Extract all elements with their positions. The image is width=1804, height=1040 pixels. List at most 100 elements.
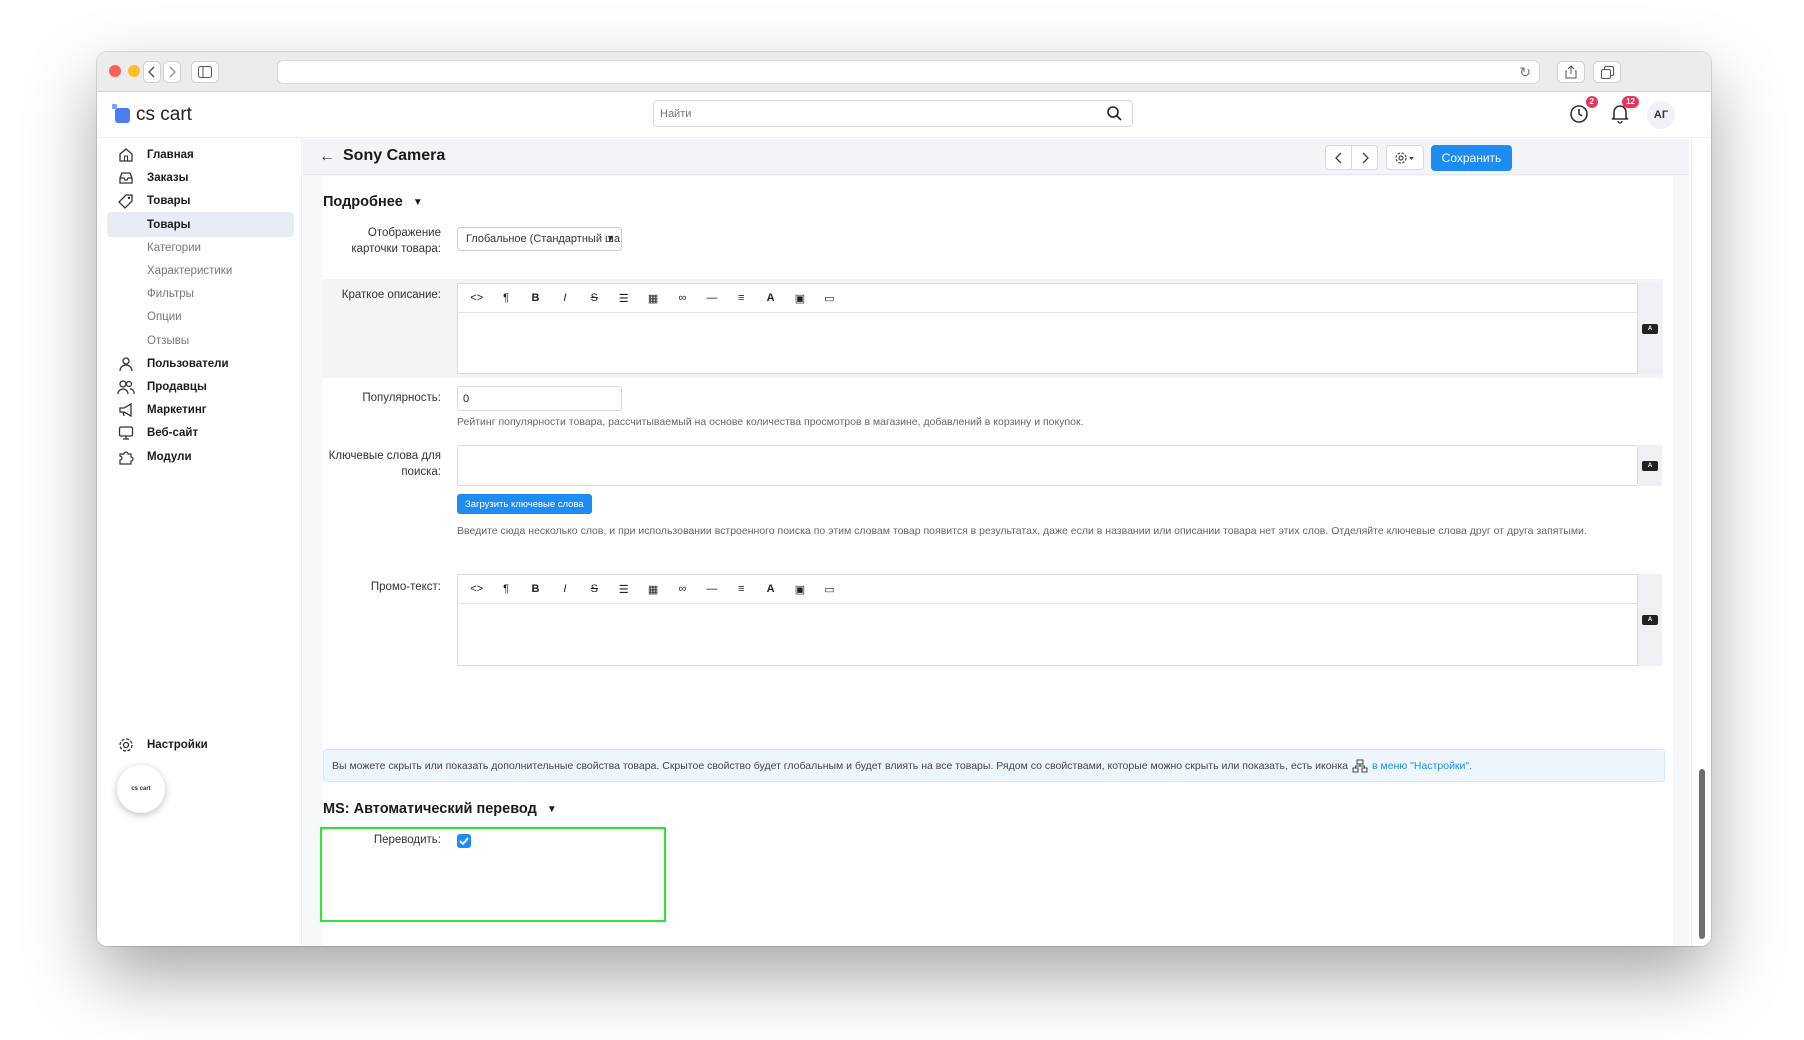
save-button[interactable]: Сохранить [1431,145,1512,171]
sidebar-item-home[interactable]: Главная [107,142,294,167]
video-icon[interactable]: ▭ [815,288,844,308]
italic-icon[interactable]: I [550,579,579,599]
page-toolbar: ← Sony Camera Сохранить [303,139,1689,175]
app-logo[interactable]: cs cart [112,103,192,126]
keywords-textarea[interactable] [457,445,1638,486]
home-icon [117,146,135,164]
reload-icon[interactable]: ↻ [1519,64,1531,81]
sidebar-item-website[interactable]: Веб-сайт [107,420,294,445]
caret-down-icon: ▼ [546,803,557,815]
translation-section-toggle[interactable]: MS: Автоматический перевод ▼ [323,801,557,817]
text-color-icon[interactable]: A [756,288,785,308]
sidebar-toggle-button[interactable] [191,61,219,83]
back-arrow-icon[interactable]: ← [319,148,335,166]
sidebar-subitem-reviews[interactable]: Отзывы [107,328,294,353]
scrollbar-thumb[interactable] [1699,769,1705,939]
card-display-select[interactable]: Глобальное (Стандартный ша ▼ [457,227,622,251]
sitemap-icon [1352,759,1368,772]
next-product-button[interactable] [1351,145,1378,170]
tabs-button[interactable] [1593,61,1621,83]
settings-menu-link[interactable]: в меню "Настройки". [1372,760,1472,772]
sidebar-subitem-options[interactable]: Опции [107,304,294,329]
table-icon[interactable]: ▦ [638,288,667,308]
image-icon[interactable]: ▣ [785,288,814,308]
activity-badge: 2 [1585,96,1598,108]
paragraph-icon[interactable]: ¶ [491,288,520,308]
sidebar-subitem-categories[interactable]: Категории [107,235,294,260]
sidebar-item-settings[interactable]: Настройки [107,732,294,757]
browser-window: ↻ cs cart 2 12 АГ Главная [97,52,1711,946]
sidebar-item-products[interactable]: Товары [107,188,294,213]
search-icon[interactable] [1107,106,1122,121]
section-title: Подробнее [323,194,403,210]
translate-icon: A [1642,615,1658,625]
align-icon[interactable]: ≡ [727,288,756,308]
section-title: MS: Автоматический перевод [323,801,537,817]
close-window-button[interactable] [109,65,121,77]
horizontal-rule-icon[interactable]: — [697,579,726,599]
main-content: ← Sony Camera Сохранить Подробнее ▼ Отоб… [303,139,1689,946]
align-icon[interactable]: ≡ [727,579,756,599]
chevron-right-icon [169,66,176,78]
sidebar: Главная Заказы Товары Товары Категории Х… [97,139,302,946]
prev-product-button[interactable] [1325,145,1352,170]
search-input[interactable] [654,101,1094,126]
sidebar-item-label: Товары [147,194,191,207]
minimize-window-button[interactable] [128,65,140,77]
link-icon[interactable]: ∞ [668,288,697,308]
video-icon[interactable]: ▭ [815,579,844,599]
browser-forward-button[interactable] [163,61,181,83]
notifications-button[interactable]: 12 [1609,96,1639,126]
sidebar-item-marketing[interactable]: Маркетинг [107,397,294,422]
sidebar-subitem-filters[interactable]: Фильтры [107,281,294,306]
sidebar-item-addons[interactable]: Модули [107,444,294,469]
code-view-icon[interactable]: <> [462,288,491,308]
users-icon [117,378,135,396]
strikethrough-icon[interactable]: S [580,288,609,308]
translate-field-button[interactable]: A [1638,283,1662,374]
paragraph-icon[interactable]: ¶ [491,579,520,599]
inbox-icon [117,169,135,187]
sidebar-item-orders[interactable]: Заказы [107,165,294,190]
sidebar-item-label: Товары [147,218,191,231]
unordered-list-icon[interactable]: ☰ [609,288,638,308]
marketplace-logo-button[interactable]: cs cart [117,765,165,813]
page-scrollbar[interactable] [1691,139,1711,946]
image-icon[interactable]: ▣ [785,579,814,599]
keywords-help: Введите сюда несколько слов, и при испол… [457,525,1587,537]
gear-icon [1395,151,1414,164]
user-avatar[interactable]: АГ [1647,101,1675,129]
bold-icon[interactable]: B [521,288,550,308]
activity-button[interactable]: 2 [1568,96,1598,126]
text-color-icon[interactable]: A [756,579,785,599]
sidebar-item-vendors[interactable]: Продавцы [107,374,294,399]
translate-field-button[interactable]: A [1638,574,1662,666]
short-description-editor[interactable]: <> ¶ B I S ☰ ▦ ∞ — ≡ A ▣ ▭ [457,283,1638,374]
sidebar-item-users[interactable]: Пользователи [107,351,294,376]
table-icon[interactable]: ▦ [638,579,667,599]
sidebar-item-label: Пользователи [147,357,229,370]
bold-icon[interactable]: B [521,579,550,599]
hidden-properties-notice: Вы можете скрыть или показать дополнител… [323,749,1665,782]
sidebar-subitem-features[interactable]: Характеристики [107,258,294,283]
link-icon[interactable]: ∞ [668,579,697,599]
share-button[interactable] [1557,61,1585,83]
sidebar-item-label: Характеристики [147,264,233,277]
italic-icon[interactable]: I [550,288,579,308]
strikethrough-icon[interactable]: S [580,579,609,599]
load-keywords-button[interactable]: Загрузить ключевые слова [457,494,592,514]
promo-text-editor[interactable]: <> ¶ B I S ☰ ▦ ∞ — ≡ A ▣ ▭ [457,574,1638,666]
puzzle-icon [117,448,135,466]
settings-dropdown-button[interactable] [1386,145,1424,170]
monitor-icon [117,424,135,442]
address-bar[interactable]: ↻ [277,60,1540,84]
sidebar-item-label: Категории [147,241,201,254]
translate-field-button[interactable]: A [1638,445,1662,486]
unordered-list-icon[interactable]: ☰ [609,579,638,599]
browser-back-button[interactable] [143,61,161,83]
popularity-input[interactable]: 0 [457,386,622,411]
sidebar-subitem-products[interactable]: Товары [107,212,294,237]
horizontal-rule-icon[interactable]: — [697,288,726,308]
details-section-toggle[interactable]: Подробнее ▼ [323,194,423,210]
code-view-icon[interactable]: <> [462,579,491,599]
